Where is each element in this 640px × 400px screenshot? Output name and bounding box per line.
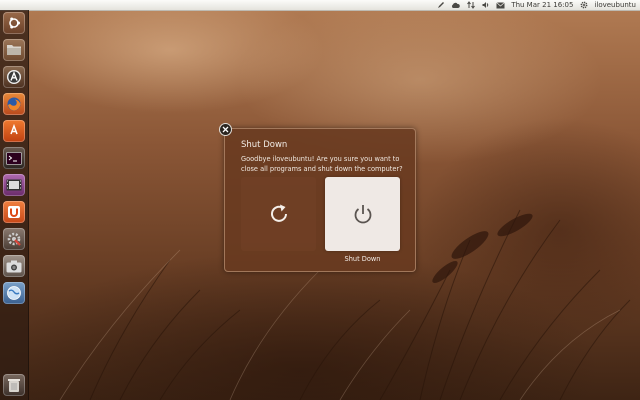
software-center-icon [7, 70, 21, 84]
restart-button[interactable] [241, 177, 316, 251]
camera-icon [6, 260, 22, 272]
dialog-message: Goodbye iloveubuntu! Are you sure you wa… [241, 155, 403, 173]
launcher-item-screenshot[interactable] [3, 255, 25, 277]
clock[interactable]: Thu Mar 21 16:05 [511, 0, 573, 10]
mail-icon[interactable] [496, 1, 506, 10]
shutdown-button[interactable] [325, 177, 400, 251]
launcher-item-trash[interactable] [3, 374, 25, 396]
launcher-item-ubuntu-one[interactable] [3, 201, 25, 223]
launcher-item-video-player[interactable] [3, 174, 25, 196]
launcher-item-system-settings[interactable] [3, 228, 25, 250]
terminal-icon [6, 151, 22, 165]
shutdown-button-label: Shut Down [344, 255, 381, 263]
launcher-item-firefox[interactable] [3, 93, 25, 115]
restart-icon [270, 204, 287, 222]
trash-icon [8, 379, 20, 392]
cloud-icon[interactable] [451, 1, 461, 10]
settings-icon [7, 232, 21, 246]
folder-icon [7, 45, 21, 55]
power-icon [354, 205, 371, 224]
gear-icon[interactable] [579, 1, 588, 10]
close-icon [222, 126, 229, 133]
top-panel: Thu Mar 21 16:05 iloveubuntu [0, 0, 640, 11]
dialog-close-button[interactable] [219, 123, 232, 136]
firefox-icon [7, 97, 21, 111]
volume-icon[interactable] [481, 1, 490, 10]
indicator-tray: Thu Mar 21 16:05 iloveubuntu [436, 0, 636, 10]
launcher [0, 10, 29, 400]
film-icon [6, 179, 22, 191]
username[interactable]: iloveubuntu [594, 0, 636, 10]
network-arrows-icon[interactable] [466, 1, 475, 10]
launcher-item-home-folder[interactable] [3, 39, 25, 61]
shutdown-dialog: Shut Down Goodbye iloveubuntu! Are you s… [224, 128, 416, 272]
ubuntu-one-icon [8, 206, 20, 218]
launcher-item-dash-home[interactable] [3, 12, 25, 34]
shopping-bag-icon [10, 123, 18, 135]
pencil-icon[interactable] [436, 1, 445, 10]
dialog-title: Shut Down [241, 140, 288, 150]
launcher-item-web-browser[interactable] [3, 282, 25, 304]
globe-icon [7, 286, 21, 300]
launcher-item-ubuntu-software-alt[interactable] [3, 120, 25, 142]
ubuntu-logo-icon [9, 17, 20, 29]
launcher-item-terminal[interactable] [3, 147, 25, 169]
launcher-item-ubuntu-software-center[interactable] [3, 66, 25, 88]
